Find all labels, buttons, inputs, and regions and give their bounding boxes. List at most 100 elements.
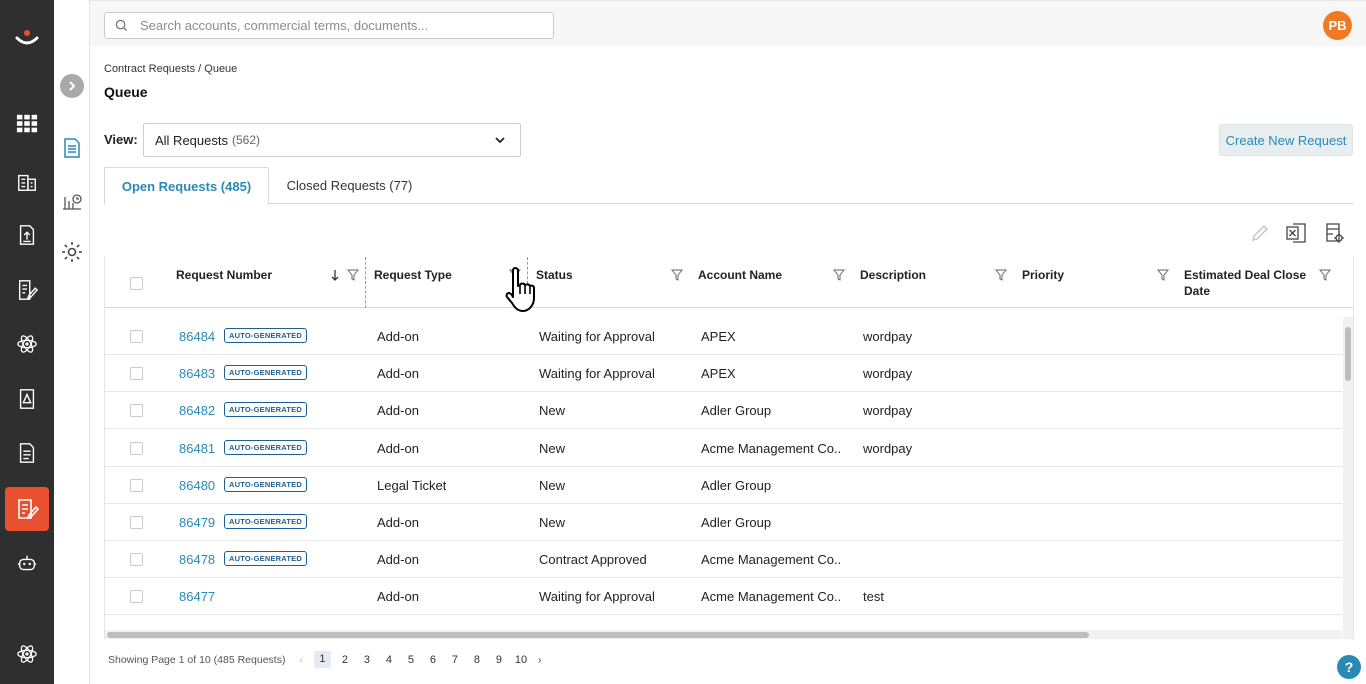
page-2-link[interactable]: 2 bbox=[334, 654, 356, 666]
request-number-link[interactable]: 86478 bbox=[179, 552, 215, 567]
view-label: View: bbox=[104, 132, 138, 147]
col-header-request-number[interactable]: Request Number bbox=[176, 267, 272, 283]
request-tabs: Open Requests (485) Closed Requests (77) bbox=[104, 167, 1354, 205]
main-nav-rail bbox=[0, 0, 54, 684]
view-selected-value: All Requests bbox=[155, 132, 228, 148]
upload-document-icon[interactable] bbox=[13, 221, 41, 249]
col-header-close-date[interactable]: Estimated Deal Close Date bbox=[1184, 267, 1309, 299]
filter-account-name-icon[interactable] bbox=[833, 269, 845, 281]
queue-document-icon[interactable] bbox=[61, 137, 83, 159]
search-input[interactable] bbox=[140, 18, 540, 33]
page-10-link[interactable]: 10 bbox=[510, 654, 532, 666]
sub-nav-rail bbox=[54, 0, 90, 684]
page-5-link[interactable]: 5 bbox=[400, 654, 422, 666]
column-settings-icon[interactable] bbox=[1323, 221, 1347, 245]
row-checkbox[interactable] bbox=[130, 478, 143, 492]
table-row[interactable]: 86479 AUTO-GENERATED Add-on New Adler Group bbox=[105, 504, 1342, 541]
pagination-summary: Showing Page 1 of 10 (485 Requests) bbox=[108, 653, 286, 666]
table-row[interactable]: 86481 AUTO-GENERATED Add-on New Acme Managem… bbox=[105, 430, 1342, 467]
reports-chart-icon[interactable] bbox=[61, 189, 83, 211]
request-number-link[interactable]: 86484 bbox=[179, 329, 215, 344]
request-number-link[interactable]: 86481 bbox=[179, 441, 215, 456]
auto-generated-badge: AUTO-GENERATED bbox=[224, 328, 307, 343]
filter-description-icon[interactable] bbox=[995, 269, 1007, 281]
page-9-link[interactable]: 9 bbox=[488, 654, 510, 666]
buildings-icon[interactable] bbox=[13, 168, 41, 196]
request-number-link[interactable]: 86479 bbox=[179, 515, 215, 530]
row-checkbox[interactable] bbox=[130, 330, 143, 343]
atom-icon[interactable] bbox=[13, 330, 41, 358]
cell-status: Contract Approved bbox=[539, 552, 647, 568]
page-title: Queue bbox=[104, 84, 148, 100]
table-row[interactable]: 86482 AUTO-GENERATED Add-on New Adler Group w… bbox=[105, 392, 1342, 430]
request-number-link[interactable]: 86482 bbox=[179, 403, 215, 418]
tab-open-requests[interactable]: Open Requests (485) bbox=[104, 167, 269, 205]
hand-cursor-icon bbox=[505, 267, 535, 312]
auto-generated-badge: AUTO-GENERATED bbox=[224, 514, 307, 529]
prev-page-icon[interactable]: ‹ bbox=[299, 654, 303, 666]
horizontal-scroll-thumb[interactable] bbox=[107, 632, 1089, 638]
table-row[interactable]: 86480 AUTO-GENERATED Legal Ticket New Adler … bbox=[105, 467, 1342, 504]
table-row[interactable]: 86477 Add-on Waiting for Approval Acme Mana… bbox=[105, 578, 1342, 616]
page-7-link[interactable]: 7 bbox=[444, 654, 466, 666]
row-checkbox[interactable] bbox=[130, 367, 143, 381]
column-resize-guide bbox=[365, 257, 366, 308]
next-page-icon[interactable]: › bbox=[538, 654, 542, 666]
table-row[interactable]: 86483 AUTO-GENERATED Add-on Waiting for App… bbox=[105, 355, 1342, 393]
row-checkbox[interactable] bbox=[130, 553, 143, 567]
col-header-account-name[interactable]: Account Name bbox=[698, 267, 782, 283]
page-3-link[interactable]: 3 bbox=[356, 654, 378, 666]
edit-pencil-icon[interactable] bbox=[1250, 221, 1270, 245]
row-checkbox[interactable] bbox=[130, 590, 143, 604]
document-alert-icon[interactable] bbox=[13, 385, 41, 413]
gear-icon[interactable] bbox=[61, 241, 83, 263]
grid-apps-icon[interactable] bbox=[13, 110, 41, 138]
cell-account-name: Acme Management Co... bbox=[701, 440, 841, 456]
auto-generated-badge: AUTO-GENERATED bbox=[224, 439, 307, 455]
select-all-checkbox[interactable] bbox=[130, 277, 143, 290]
settings-atom-icon[interactable] bbox=[13, 640, 41, 668]
tab-closed-requests[interactable]: Closed Requests (77) bbox=[272, 167, 427, 204]
cell-description: wordpay bbox=[863, 440, 913, 456]
document-icon[interactable] bbox=[13, 439, 41, 467]
col-header-description[interactable]: Description bbox=[860, 267, 926, 283]
request-number-link[interactable]: 86477 bbox=[179, 589, 215, 604]
create-new-request-button[interactable]: Create New Request bbox=[1219, 124, 1353, 156]
sort-desc-arrow-icon[interactable] bbox=[330, 269, 340, 282]
expand-chevron-icon[interactable] bbox=[60, 74, 84, 98]
top-bar: PB bbox=[90, 0, 1366, 46]
page-4-link[interactable]: 4 bbox=[378, 654, 400, 666]
filter-priority-icon[interactable] bbox=[1157, 269, 1169, 281]
request-number-link[interactable]: 86483 bbox=[179, 366, 215, 381]
user-avatar[interactable]: PB bbox=[1323, 11, 1352, 40]
app-logo[interactable] bbox=[13, 24, 41, 52]
filter-request-number-icon[interactable] bbox=[347, 269, 359, 281]
cell-request-type: Add-on bbox=[377, 403, 419, 419]
robot-icon[interactable] bbox=[13, 550, 41, 578]
page-1-link[interactable]: 1 bbox=[313, 651, 331, 668]
table-row[interactable]: 86478 AUTO-GENERATED Add-on Contract Approv… bbox=[105, 541, 1342, 579]
view-select[interactable]: All Requests (562) bbox=[143, 123, 521, 157]
excel-export-icon[interactable] bbox=[1285, 221, 1309, 245]
document-edit-icon[interactable] bbox=[13, 276, 41, 304]
row-checkbox[interactable] bbox=[130, 441, 143, 455]
page-8-link[interactable]: 8 bbox=[466, 654, 488, 666]
request-number-link[interactable]: 86480 bbox=[179, 478, 215, 493]
cell-account-name: APEX bbox=[701, 329, 736, 344]
vertical-scroll-thumb[interactable] bbox=[1345, 327, 1351, 381]
contract-requests-icon[interactable] bbox=[5, 487, 49, 531]
col-header-request-type[interactable]: Request Type bbox=[374, 267, 452, 283]
col-header-priority[interactable]: Priority bbox=[1022, 267, 1064, 283]
page-6-link[interactable]: 6 bbox=[422, 654, 444, 666]
table-row[interactable]: 86484 AUTO-GENERATED Add-on Waiting for App… bbox=[105, 318, 1342, 355]
global-search[interactable] bbox=[104, 12, 554, 39]
vertical-scrollbar[interactable] bbox=[1343, 317, 1353, 639]
cell-account-name: APEX bbox=[701, 366, 736, 382]
filter-close-date-icon[interactable] bbox=[1319, 269, 1331, 281]
row-checkbox[interactable] bbox=[130, 516, 143, 529]
auto-generated-badge: AUTO-GENERATED bbox=[224, 365, 307, 381]
filter-status-icon[interactable] bbox=[671, 269, 683, 281]
row-checkbox[interactable] bbox=[130, 404, 143, 418]
help-button[interactable]: ? bbox=[1337, 655, 1361, 679]
horizontal-scrollbar[interactable] bbox=[105, 630, 1342, 639]
